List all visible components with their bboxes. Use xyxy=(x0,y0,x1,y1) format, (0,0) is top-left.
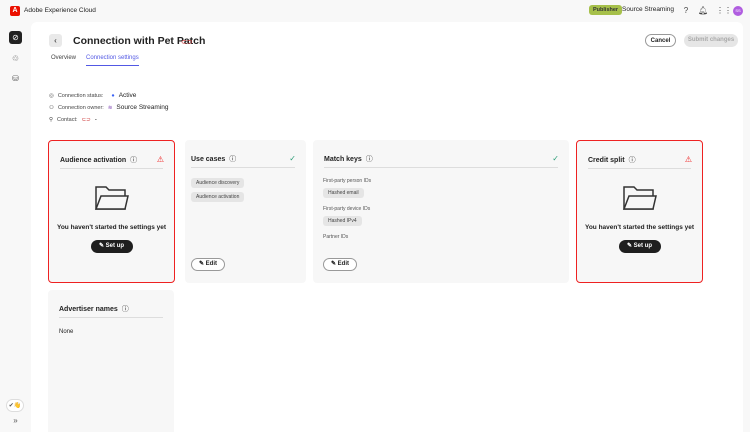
tab-connection-settings[interactable]: Connection settings xyxy=(86,55,139,66)
divider xyxy=(59,317,163,318)
set-up-button[interactable]: ✎ Set up xyxy=(90,240,133,253)
apps-grid-icon[interactable]: ⋮⋮ xyxy=(716,6,732,16)
divider xyxy=(60,168,163,169)
nav-recycle-icon[interactable]: ♲ xyxy=(9,52,22,65)
connection-status: ◎ Connection status: ● Active xyxy=(49,92,136,99)
folder-icon xyxy=(94,186,129,210)
owner-icon: ⚇ xyxy=(49,104,54,111)
status-label: Connection status: xyxy=(57,92,104,99)
contact-label: Contact: xyxy=(57,116,78,123)
owner-value: Source Streaming xyxy=(116,104,169,111)
divider xyxy=(588,168,691,169)
card-title: Advertiser names xyxy=(59,305,118,313)
submit-changes-button[interactable]: Submit changes xyxy=(684,34,738,47)
connection-owner: ⚇ Connection owner: ≋ Source Streaming xyxy=(49,104,168,111)
card-title: Credit split xyxy=(588,156,625,164)
use-case-chip: Audience discovery xyxy=(191,178,245,188)
nav-database-icon[interactable]: ⛁ xyxy=(9,72,22,85)
edit-use-cases-button[interactable]: ✎ Edit xyxy=(191,258,225,271)
group-label: First-party person IDs xyxy=(323,178,372,184)
info-icon[interactable]: ⓘ xyxy=(122,304,129,314)
contact: ⚲ Contact: ⊂⊃ - xyxy=(49,116,97,123)
use-cases-card: Use cases ⓘ ✓ Audience discovery Audience… xyxy=(185,140,306,283)
status-value: Active xyxy=(118,92,137,99)
contact-value: - xyxy=(94,116,97,123)
button-label: Edit xyxy=(205,261,218,267)
top-bar: A Adobe Experience Cloud Publisher Sourc… xyxy=(0,0,750,22)
card-title: Match keys xyxy=(324,155,362,163)
owner-label: Connection owner: xyxy=(57,104,104,111)
feedback-emoji-icon[interactable]: ✔👋 xyxy=(6,399,24,412)
info-icon[interactable]: ⓘ xyxy=(366,154,373,164)
notification-bell-icon[interactable]: 🔔︎ xyxy=(698,6,708,16)
divider xyxy=(324,167,558,168)
help-icon[interactable]: ? xyxy=(681,6,691,16)
success-check-icon: ✓ xyxy=(552,154,559,163)
role-badge: Publisher xyxy=(589,5,623,15)
group-label: First-party device IDs xyxy=(323,206,371,212)
advertiser-value: None xyxy=(59,329,74,335)
info-icon[interactable]: ⓘ xyxy=(130,155,137,165)
folder-icon xyxy=(622,186,657,210)
tab-overview[interactable]: Overview xyxy=(51,55,76,65)
use-case-chip: Audience activation xyxy=(191,192,245,202)
left-rail: ⊘ ♲ ⛁ ✔👋 » xyxy=(0,22,31,432)
status-icon: ◎ xyxy=(49,92,54,99)
divider xyxy=(191,167,295,168)
group-label: Partner IDs xyxy=(323,234,349,240)
audience-activation-card: Audience activation ⓘ ⚠ You haven't start… xyxy=(48,140,175,283)
card-title: Use cases xyxy=(191,155,226,163)
contact-icon: ⚲ xyxy=(49,116,54,123)
button-label: Set up xyxy=(105,243,125,249)
avatar[interactable]: SS xyxy=(733,6,743,16)
success-check-icon: ✓ xyxy=(289,154,296,163)
app-name: Adobe Experience Cloud xyxy=(24,7,96,14)
match-keys-card: Match keys ⓘ ✓ First-party person IDs Has… xyxy=(313,140,569,283)
empty-message: You haven't started the settings yet xyxy=(584,224,695,231)
org-switcher[interactable]: Source Streaming xyxy=(622,6,674,13)
card-title: Audience activation xyxy=(60,156,127,164)
contact-logo-icon: ⊂⊃ xyxy=(81,116,91,123)
info-icon[interactable]: ⓘ xyxy=(229,154,236,164)
advertiser-names-card: Advertiser names ⓘ None xyxy=(48,290,174,432)
cancel-button[interactable]: Cancel xyxy=(645,34,676,47)
status-dot-icon: ● xyxy=(111,92,115,99)
warning-icon: ⚠ xyxy=(684,155,692,164)
credit-split-card: Credit split ⓘ ⚠ You haven't started the … xyxy=(576,140,703,283)
edit-match-keys-button[interactable]: ✎ Edit xyxy=(323,258,357,271)
empty-message: You haven't started the settings yet xyxy=(56,224,167,231)
match-key-chip: Hashed email xyxy=(323,188,364,198)
nav-connections-icon[interactable]: ⊘ xyxy=(9,31,22,44)
set-up-button[interactable]: ✎ Set up xyxy=(618,240,661,253)
match-key-chip: Hashed IPv4 xyxy=(323,216,362,226)
button-label: Set up xyxy=(633,243,653,249)
button-label: Edit xyxy=(337,261,350,267)
warning-icon: ⚠ xyxy=(156,155,164,164)
back-button[interactable]: ‹ xyxy=(49,34,62,47)
info-icon[interactable]: ⓘ xyxy=(629,155,636,165)
adobe-logo-icon[interactable]: A xyxy=(10,6,20,16)
partner-logo-icon: ⊂⊃ xyxy=(181,39,193,46)
owner-logo-icon: ≋ xyxy=(107,104,113,111)
expand-chevron-icon[interactable]: » xyxy=(9,414,22,427)
